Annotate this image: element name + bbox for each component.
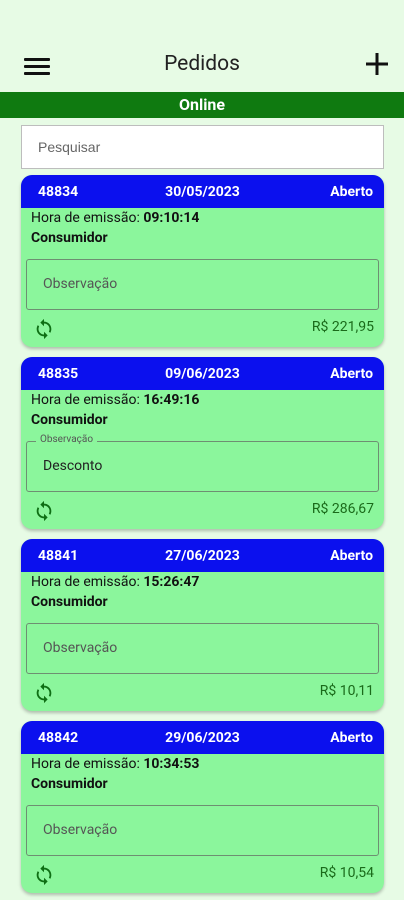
order-card-header: 48841 27/06/2023 Aberto	[21, 539, 384, 572]
emission-time-label: Hora de emissão:	[31, 210, 144, 226]
page-title: Pedidos	[164, 52, 240, 76]
observation-field[interactable]: Observação	[26, 259, 379, 310]
emission-time-value: 10:34:53	[143, 756, 200, 772]
sync-icon[interactable]	[33, 318, 55, 340]
observation-placeholder: Observação	[43, 640, 118, 656]
add-icon[interactable]	[364, 51, 390, 77]
observation-field[interactable]: Observação	[26, 805, 379, 856]
observation-placeholder: Observação	[43, 822, 118, 838]
connection-status: Online	[0, 92, 404, 118]
order-card[interactable]: 48834 30/05/2023 Aberto Hora de emissão:…	[21, 175, 384, 347]
order-total: R$ 10,54	[319, 865, 374, 881]
order-card-header: 48834 30/05/2023 Aberto	[21, 175, 384, 208]
emission-time: Hora de emissão: 16:49:16	[31, 392, 199, 408]
emission-time: Hora de emissão: 10:34:53	[31, 756, 199, 772]
emission-time-label: Hora de emissão:	[31, 756, 144, 772]
order-status: Aberto	[330, 184, 373, 200]
order-status: Aberto	[330, 366, 373, 382]
order-total: R$ 221,95	[311, 319, 374, 335]
order-card-header: 48835 09/06/2023 Aberto	[21, 357, 384, 390]
sync-icon[interactable]	[33, 682, 55, 704]
emission-time: Hora de emissão: 09:10:14	[31, 210, 199, 226]
customer-name: Consumidor	[31, 230, 108, 246]
search-input[interactable]	[21, 125, 384, 169]
order-total: R$ 10,11	[319, 683, 374, 699]
observation-value: Desconto	[43, 458, 103, 474]
observation-field[interactable]: Observação Desconto	[26, 434, 379, 492]
customer-name: Consumidor	[31, 776, 108, 792]
emission-time-label: Hora de emissão:	[31, 574, 144, 590]
emission-time-value: 09:10:14	[143, 210, 200, 226]
sync-icon[interactable]	[33, 864, 55, 886]
order-total: R$ 286,67	[311, 501, 374, 517]
observation-label: Observação	[36, 434, 98, 445]
order-status: Aberto	[330, 730, 373, 746]
sync-icon[interactable]	[33, 500, 55, 522]
emission-time-value: 15:26:47	[143, 574, 200, 590]
app-bar: Pedidos	[0, 0, 404, 92]
observation-placeholder: Observação	[43, 276, 118, 292]
order-status: Aberto	[330, 548, 373, 564]
customer-name: Consumidor	[31, 594, 108, 610]
emission-time: Hora de emissão: 15:26:47	[31, 574, 199, 590]
order-card[interactable]: 48841 27/06/2023 Aberto Hora de emissão:…	[21, 539, 384, 711]
order-card-header: 48842 29/06/2023 Aberto	[21, 721, 384, 754]
order-card[interactable]: 48842 29/06/2023 Aberto Hora de emissão:…	[21, 721, 384, 893]
emission-time-label: Hora de emissão:	[31, 392, 144, 408]
order-card[interactable]: 48835 09/06/2023 Aberto Hora de emissão:…	[21, 357, 384, 529]
customer-name: Consumidor	[31, 412, 108, 428]
emission-time-value: 16:49:16	[143, 392, 200, 408]
observation-field[interactable]: Observação	[26, 623, 379, 674]
